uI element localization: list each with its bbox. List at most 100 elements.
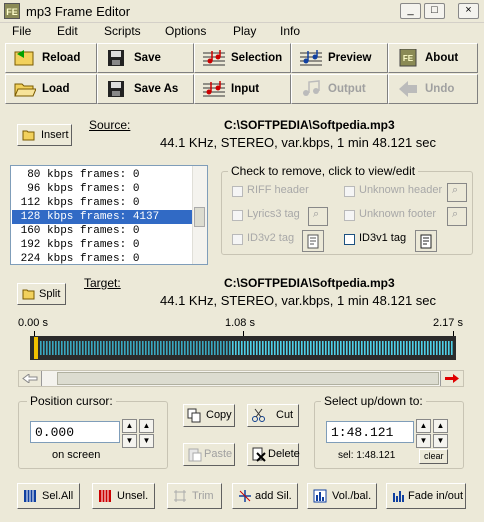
waveform-frame — [349, 341, 351, 355]
scroll-thumb[interactable] — [194, 207, 205, 227]
waveform-frame — [319, 341, 321, 355]
menu-play[interactable]: Play — [233, 24, 256, 38]
cut-button[interactable]: Cut — [247, 404, 299, 427]
menu-file[interactable]: File — [12, 24, 31, 38]
scissors-icon — [252, 408, 265, 422]
arrow-up-icon: ▲ — [125, 421, 134, 430]
waveform-frame — [355, 341, 357, 355]
close-button[interactable]: × — [458, 3, 479, 19]
list-item[interactable]: 80 kbps frames: 0 — [12, 168, 196, 182]
trim-button[interactable]: Trim — [167, 483, 222, 509]
horizontal-scrollbar[interactable] — [18, 370, 464, 387]
unknown-footer-checkbox[interactable] — [344, 210, 355, 221]
split-button[interactable]: Split — [17, 283, 66, 305]
cursor-fast-down-button[interactable]: ▼ — [139, 434, 154, 448]
waveform-frame — [301, 341, 303, 355]
cursor-position-input[interactable]: 0.000 — [30, 421, 120, 443]
waveform-frame — [148, 341, 150, 355]
timeline-mid: 1.08 s — [225, 317, 255, 329]
list-item[interactable]: 128 kbps frames: 4137 — [12, 210, 196, 224]
list-scrollbar[interactable] — [192, 166, 207, 264]
waveform-frame — [169, 341, 171, 355]
waveform-frame — [217, 341, 219, 355]
list-item[interactable]: 112 kbps frames: 0 — [12, 196, 196, 210]
delete-button[interactable]: Delete — [247, 443, 300, 466]
copy-button[interactable]: Copy — [183, 404, 235, 427]
waveform-strip[interactable] — [30, 336, 456, 360]
arrow-up-icon: ▲ — [142, 421, 151, 430]
waveform-frame — [220, 341, 222, 355]
waveform-frame — [421, 341, 423, 355]
menu-options[interactable]: Options — [165, 24, 206, 38]
waveform-frame — [235, 341, 237, 355]
waveform-frame — [112, 341, 114, 355]
waveform-frame — [61, 341, 63, 355]
undo-button[interactable]: Undo — [388, 74, 478, 104]
clear-button[interactable]: clear — [419, 449, 448, 464]
frames-list[interactable]: 80 kbps frames: 0 96 kbps frames: 0 112 … — [10, 165, 208, 265]
waveform-frame — [214, 341, 216, 355]
select-fast-up-button[interactable]: ▲ — [433, 419, 448, 433]
menu-bar: File Edit Scripts Options Play Info — [0, 22, 484, 40]
load-button[interactable]: Load — [5, 74, 97, 104]
select-fast-down-button[interactable]: ▼ — [433, 434, 448, 448]
input-button[interactable]: Input — [194, 74, 291, 104]
waveform-frame — [397, 341, 399, 355]
id3v1-checkbox[interactable] — [344, 234, 355, 245]
cursor-up-button[interactable]: ▲ — [122, 419, 137, 433]
lyrics3-checkbox[interactable] — [232, 210, 243, 221]
waveform-frame — [64, 341, 66, 355]
menu-edit[interactable]: Edit — [57, 24, 78, 38]
select-to-input[interactable]: 1:48.121 — [326, 421, 414, 443]
waveform-frame — [292, 341, 294, 355]
paste-button[interactable]: Paste — [183, 443, 235, 466]
save-as-button[interactable]: Save As — [97, 74, 194, 104]
edit-id3v1-button[interactable] — [415, 230, 437, 252]
view-lyrics3-button[interactable]: ⌕ — [308, 207, 328, 226]
view-unknown-footer-button[interactable]: ⌕ — [447, 207, 467, 226]
floppy-icon — [108, 81, 124, 97]
riff-checkbox[interactable] — [232, 186, 243, 197]
menu-scripts[interactable]: Scripts — [104, 24, 141, 38]
insert-button[interactable]: Insert — [17, 124, 72, 146]
output-button[interactable]: Output — [291, 74, 388, 104]
scroll-thumb[interactable] — [57, 372, 439, 385]
unknown-footer-label: Unknown footer — [359, 208, 437, 220]
id3v2-checkbox[interactable] — [232, 234, 243, 245]
folder-icon — [22, 289, 35, 300]
add-silence-button[interactable]: add Sil. — [232, 483, 298, 509]
view-unknown-header-button[interactable]: ⌕ — [447, 183, 467, 202]
select-all-button[interactable]: Sel.All — [17, 483, 80, 509]
cursor-down-button[interactable]: ▼ — [122, 434, 137, 448]
waveform-frame — [439, 341, 441, 355]
unselect-button[interactable]: Unsel. — [92, 483, 155, 509]
list-item[interactable]: 192 kbps frames: 0 — [12, 238, 196, 252]
minimize-button[interactable]: _ — [400, 3, 421, 19]
waveform-frame — [46, 341, 48, 355]
magnifier-icon: ⌕ — [452, 184, 459, 196]
edit-id3v2-button[interactable] — [302, 230, 324, 252]
waveform-frame — [283, 341, 285, 355]
list-item[interactable]: 96 kbps frames: 0 — [12, 182, 196, 196]
select-up-button[interactable]: ▲ — [416, 419, 431, 433]
preview-button[interactable]: Preview — [291, 43, 388, 73]
scroll-right-button[interactable] — [440, 371, 463, 386]
menu-info[interactable]: Info — [280, 24, 300, 38]
waveform-frame — [160, 341, 162, 355]
waveform-frame — [79, 341, 81, 355]
select-down-button[interactable]: ▼ — [416, 434, 431, 448]
reload-button[interactable]: Reload — [5, 43, 97, 73]
waveform-frame — [367, 341, 369, 355]
fade-in-out-button[interactable]: Fade in/out — [386, 483, 466, 509]
about-button[interactable]: FE About — [388, 43, 478, 73]
waveform-frame — [436, 341, 438, 355]
maximize-button[interactable]: □ — [424, 3, 445, 19]
list-item[interactable]: 160 kbps frames: 0 — [12, 224, 196, 238]
save-button[interactable]: Save — [97, 43, 194, 73]
unknown-header-checkbox[interactable] — [344, 186, 355, 197]
volume-balance-button[interactable]: Vol./bal. — [307, 483, 377, 509]
scroll-left-button[interactable] — [19, 371, 42, 386]
list-item[interactable]: 224 kbps frames: 0 — [12, 252, 196, 264]
selection-button[interactable]: Selection — [194, 43, 291, 73]
cursor-fast-up-button[interactable]: ▲ — [139, 419, 154, 433]
